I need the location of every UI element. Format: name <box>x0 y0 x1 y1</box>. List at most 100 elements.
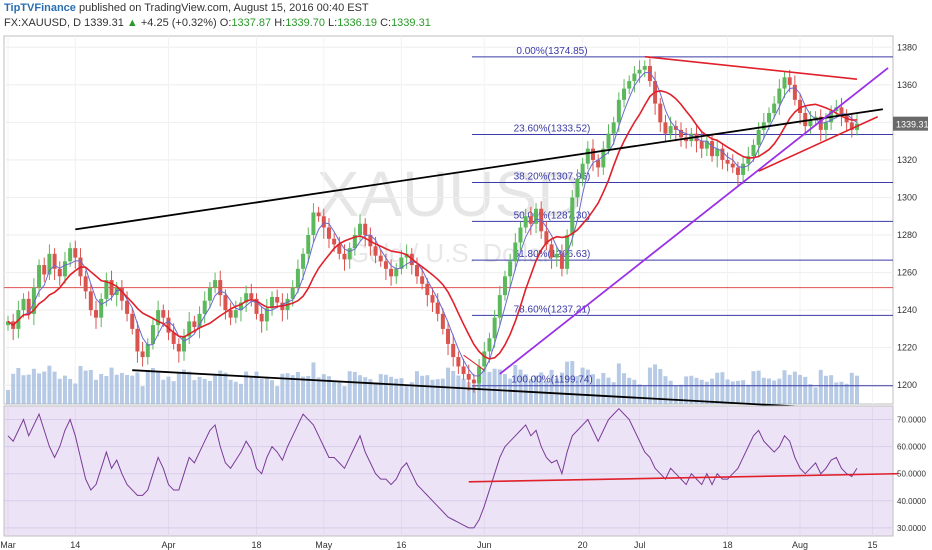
candle <box>295 268 300 288</box>
candle <box>668 126 673 134</box>
candle <box>549 244 554 258</box>
volume-bar <box>430 379 435 404</box>
volume-bar <box>187 371 192 404</box>
volume-bar <box>16 368 21 404</box>
candle <box>570 197 575 236</box>
volume-bar <box>389 376 394 404</box>
volume-bar <box>741 380 746 404</box>
volume-bar <box>751 371 756 404</box>
candle <box>466 373 471 380</box>
candle <box>808 120 813 127</box>
rsi-pane[interactable] <box>3 405 899 537</box>
candle <box>207 287 212 301</box>
volume-bar <box>440 378 445 404</box>
volume-bar <box>844 383 849 404</box>
close-label: C: <box>380 17 392 29</box>
high-value: 1339.70 <box>285 17 325 29</box>
volume-bar <box>213 373 218 404</box>
volume-bar <box>37 373 42 404</box>
candle <box>94 310 99 318</box>
volume-bar <box>176 372 181 404</box>
last-price-label: 1339.31 <box>896 120 929 130</box>
candle <box>166 317 171 333</box>
price-tick-label: 1320 <box>897 155 917 165</box>
volume-bar <box>311 362 316 404</box>
volume-bar <box>673 385 678 404</box>
candle <box>461 366 466 374</box>
fib-level-label: 0.00%(1374.85) <box>516 46 587 57</box>
volume-bar <box>26 374 31 404</box>
volume-bar <box>192 380 197 404</box>
volume-bar <box>150 368 155 404</box>
candle <box>420 276 425 284</box>
volume-bar <box>627 377 632 404</box>
volume-bar <box>197 376 202 404</box>
volume-bar <box>68 378 73 404</box>
time-tick-label: 15 <box>868 540 878 550</box>
volume-bar <box>114 374 119 404</box>
volume-bar <box>772 380 777 404</box>
candle <box>326 227 331 239</box>
candle <box>394 268 399 277</box>
time-tick-label: 18 <box>251 540 261 550</box>
candle <box>751 144 756 157</box>
volume-bar <box>88 370 93 404</box>
volume-bar <box>637 384 642 404</box>
rsi-tick-label: 60.0000 <box>897 443 926 452</box>
volume-bar <box>596 378 601 404</box>
volume-bar <box>347 371 352 404</box>
candle <box>523 216 528 228</box>
candle <box>249 293 254 299</box>
candle <box>792 84 797 100</box>
candle <box>275 296 280 303</box>
candle <box>218 280 223 296</box>
candle <box>161 310 166 318</box>
candle <box>616 99 621 123</box>
time-tick-label: Apr <box>161 540 175 550</box>
candle <box>741 163 746 175</box>
time-tick-label: 18 <box>723 540 733 550</box>
candle <box>663 122 668 134</box>
volume-bar <box>399 378 404 404</box>
volume-bar <box>301 376 306 404</box>
candle <box>528 216 533 224</box>
candle <box>632 73 637 82</box>
volume-bar <box>829 375 834 404</box>
candle <box>378 255 383 262</box>
volume-bar <box>135 372 140 404</box>
publish-line: TipTVFinance published on TradingView.co… <box>4 2 369 14</box>
candle <box>777 88 782 104</box>
publisher-name[interactable]: TipTVFinance <box>4 2 76 14</box>
volume-bar <box>435 379 440 404</box>
volume-bar <box>182 369 187 404</box>
price-pane[interactable]: XAUUSDGold / U.S. Dollar0.00%(1374.85)23… <box>3 35 894 409</box>
candle <box>482 351 487 367</box>
candle <box>782 77 787 89</box>
candle <box>425 283 430 296</box>
candle <box>332 238 337 245</box>
volume-bar <box>99 374 104 404</box>
price-tick-label: 1260 <box>897 268 917 278</box>
price-tick-label: 1220 <box>897 343 917 353</box>
candle <box>446 328 451 344</box>
candle <box>182 336 187 352</box>
ohlc-line: FX:XAUUSD, D 1339.31 ▲ +4.25 (+0.32%) O:… <box>4 17 431 29</box>
volume-bar <box>746 384 751 404</box>
candle <box>772 103 777 113</box>
time-tick-label: Aug <box>792 540 808 550</box>
volume-bar <box>642 386 647 404</box>
fib-level-label: 78.60%(1237.21) <box>514 304 591 315</box>
volume-bar <box>497 369 502 404</box>
candle <box>42 265 47 275</box>
candle <box>637 69 642 74</box>
volume-bar <box>782 370 787 404</box>
chart-canvas[interactable]: XAUUSDGold / U.S. Dollar0.00%(1374.85)23… <box>0 34 932 550</box>
price-tick-label: 1360 <box>897 80 917 90</box>
volume-bar <box>161 379 166 404</box>
volume-bar <box>492 368 497 404</box>
candle <box>68 248 73 262</box>
volume-bar <box>798 374 803 404</box>
volume-bar <box>259 378 264 404</box>
volume-bar <box>855 375 859 404</box>
volume-bar <box>792 371 797 404</box>
